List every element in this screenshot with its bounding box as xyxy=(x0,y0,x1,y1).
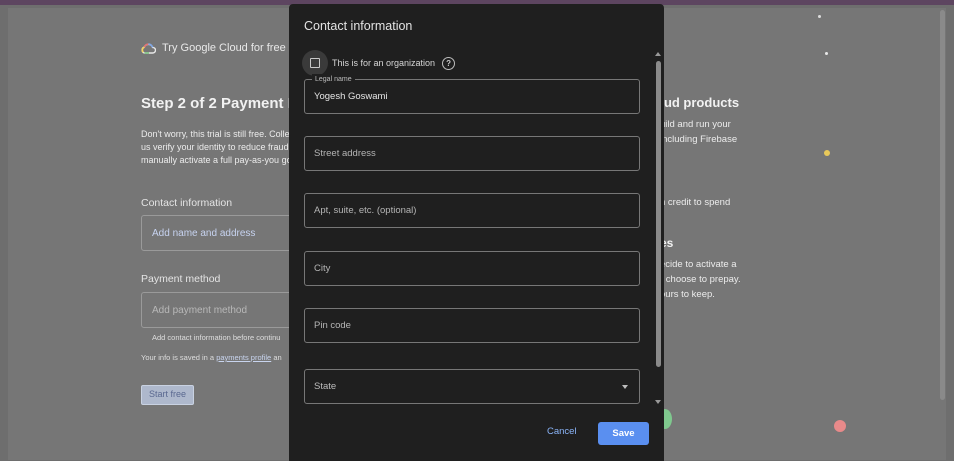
help-circle-icon[interactable]: ? xyxy=(442,56,456,70)
decor-dot xyxy=(825,52,828,55)
scroll-up-arrow-icon[interactable] xyxy=(655,52,661,56)
apt-suite-field[interactable] xyxy=(304,193,640,228)
start-free-button[interactable]: Start free xyxy=(141,385,195,405)
pin-code-field[interactable] xyxy=(304,308,640,343)
legal-name-input[interactable] xyxy=(305,80,639,113)
legal-name-field[interactable]: Legal name xyxy=(304,74,640,114)
street-address-input[interactable] xyxy=(305,137,639,170)
decor-dot xyxy=(824,150,830,156)
dialog-title: Contact information xyxy=(304,19,413,33)
logo-text: Try Google Cloud for free xyxy=(162,42,286,54)
right-text-3a: ecide to activate a xyxy=(660,259,737,270)
chevron-down-icon xyxy=(622,385,628,389)
contact-info-label: Contact information xyxy=(141,197,233,209)
info-saved-note: Your info is saved in a payments profile… xyxy=(141,353,282,362)
state-select[interactable]: State xyxy=(304,369,640,404)
decor-dot xyxy=(818,15,821,18)
add-name-address-box[interactable]: Add name and address xyxy=(141,215,311,251)
organization-checkbox[interactable] xyxy=(302,50,328,76)
city-input[interactable] xyxy=(305,252,639,285)
pin-code-input[interactable] xyxy=(305,309,639,342)
cancel-button[interactable]: Cancel xyxy=(547,426,577,437)
payments-profile-link[interactable]: payments profile xyxy=(216,353,271,362)
right-heading: oud products xyxy=(656,95,740,110)
organization-label: This is for an organization xyxy=(332,58,436,68)
dialog-scrollbar-thumb[interactable] xyxy=(656,61,661,367)
page-scrollbar[interactable] xyxy=(940,10,945,400)
right-text-2: n credit to spend xyxy=(660,197,731,208)
add-payment-method-box[interactable]: Add payment method xyxy=(141,292,311,328)
payment-method-label: Payment method xyxy=(141,273,221,285)
step-title: Step 2 of 2 Payment In xyxy=(141,95,302,112)
decor-dot xyxy=(834,420,846,432)
right-text-1a: uild and run your xyxy=(660,119,731,130)
checkbox-box xyxy=(310,58,320,68)
apt-suite-input[interactable] xyxy=(305,194,639,227)
city-field[interactable] xyxy=(304,251,640,286)
trial-intro-text: Don't worry, this trial is still free. C… xyxy=(141,129,292,165)
contact-info-dialog: Contact information This is for an organ… xyxy=(289,4,664,461)
payment-note: Add contact information before continu xyxy=(152,333,281,342)
right-text-1b: including Firebase xyxy=(660,134,738,145)
organization-row: This is for an organization ? xyxy=(302,50,456,76)
google-cloud-logo: Try Google Cloud for free xyxy=(141,42,286,54)
save-button[interactable]: Save xyxy=(598,422,649,445)
cloud-logo-icon xyxy=(141,42,156,54)
scroll-down-arrow-icon[interactable] xyxy=(655,400,661,404)
state-select-label: State xyxy=(314,381,337,392)
street-address-field[interactable] xyxy=(304,136,640,171)
right-text-3c: ours to keep. xyxy=(660,289,715,300)
right-text-3b: r choose to prepay. xyxy=(660,274,741,285)
